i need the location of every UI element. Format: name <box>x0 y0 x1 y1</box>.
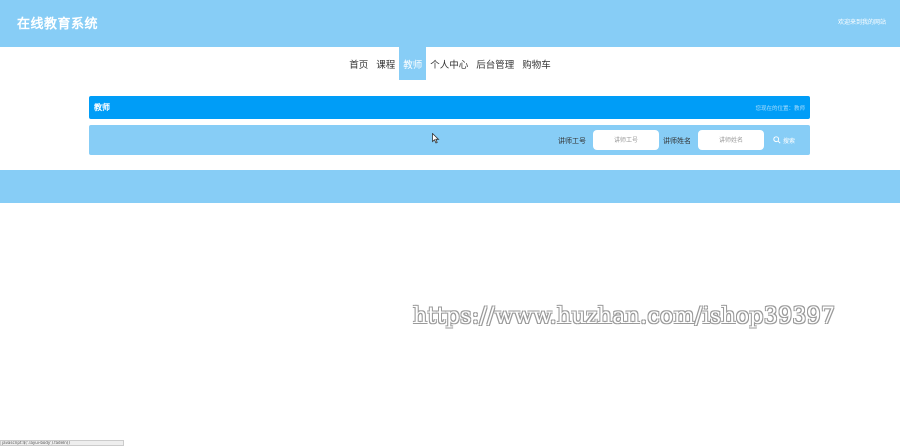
search-bar: 讲师工号 讲师姓名 搜索 <box>89 125 810 155</box>
top-header: 在线教育系统 欢迎来到我的网站 <box>0 0 900 47</box>
nav-item-home[interactable]: 首页 <box>345 47 372 80</box>
teacher-id-label: 讲师工号 <box>558 137 586 145</box>
search-button[interactable]: 搜索 <box>773 134 795 146</box>
nav-item-personal-center[interactable]: 个人中心 <box>426 47 472 80</box>
browser-status-bar: javascript:$('.layui-body').fadeIn() <box>0 440 124 446</box>
breadcrumb: 您现在的位置：教师 <box>755 106 805 112</box>
nav-item-cart[interactable]: 购物车 <box>518 47 555 80</box>
nav-item-teachers[interactable]: 教师 <box>399 47 427 80</box>
teacher-name-input[interactable] <box>698 130 764 150</box>
main-nav: 首页 课程 教师 个人中心 后台管理 购物车 <box>0 47 900 80</box>
nav-item-courses[interactable]: 课程 <box>372 47 399 80</box>
teacher-name-label: 讲师姓名 <box>663 137 691 145</box>
section-title-bar: 教师 您现在的位置：教师 <box>89 96 810 119</box>
footer-band <box>0 170 900 203</box>
mouse-pointer-icon <box>432 129 440 148</box>
search-icon <box>773 136 781 144</box>
welcome-text: 欢迎来到我的网站 <box>837 19 886 26</box>
section-title: 教师 <box>94 103 110 112</box>
search-button-label: 搜索 <box>783 137 796 145</box>
nav-item-admin[interactable]: 后台管理 <box>472 47 518 80</box>
teacher-id-input[interactable] <box>593 130 659 150</box>
watermark-text: https://www.huzhan.com/ishop39397 <box>413 304 836 329</box>
site-title[interactable]: 在线教育系统 <box>17 13 98 32</box>
